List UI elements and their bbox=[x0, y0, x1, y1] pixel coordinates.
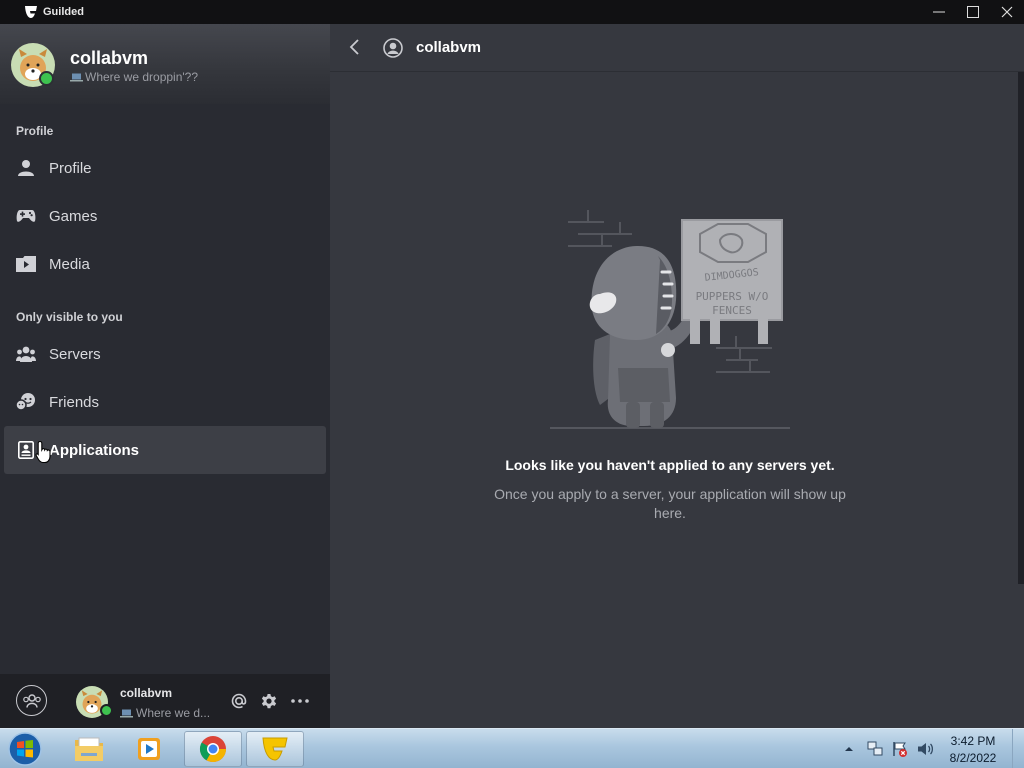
title-bar: Guilded bbox=[0, 0, 1024, 24]
empty-state-title: Looks like you haven't applied to any se… bbox=[505, 457, 835, 473]
profile-header: collabvm Where we droppin'?? bbox=[0, 24, 330, 104]
more-options-button[interactable] bbox=[290, 692, 310, 712]
footer-username: collabvm bbox=[120, 686, 173, 700]
action-center-icon[interactable] bbox=[891, 740, 909, 758]
media-player-icon bbox=[138, 738, 160, 760]
section-label-private: Only visible to you bbox=[16, 310, 123, 324]
sidebar-item-label: Friends bbox=[49, 393, 100, 411]
knight-holding-sign-illustration: DIMDOGGOS PUPPERS W/O FENCES bbox=[550, 210, 790, 429]
sidebar-item-servers[interactable]: Servers bbox=[4, 330, 326, 378]
back-button[interactable] bbox=[348, 38, 364, 58]
maximize-icon bbox=[967, 6, 979, 18]
sidebar-item-label: Media bbox=[49, 255, 90, 273]
mentions-button[interactable] bbox=[230, 692, 250, 712]
friends-menu-button[interactable] bbox=[16, 685, 47, 716]
profile-username: collabvm bbox=[70, 48, 149, 68]
empty-state-description: Once you apply to a server, your applica… bbox=[494, 486, 846, 521]
show-hidden-icons-icon[interactable] bbox=[842, 742, 856, 756]
profile-status-text: Where we droppin'?? bbox=[85, 70, 199, 84]
guilded-logo-icon bbox=[25, 6, 37, 18]
maximize-button[interactable] bbox=[956, 0, 990, 24]
network-icon[interactable] bbox=[866, 740, 884, 758]
settings-button[interactable] bbox=[260, 692, 280, 712]
sign-line-2: PUPPERS W/O bbox=[696, 290, 769, 303]
minimize-icon bbox=[933, 11, 945, 13]
friends-icon bbox=[16, 392, 36, 412]
chevron-left-icon bbox=[349, 39, 359, 55]
gear-icon bbox=[261, 694, 277, 709]
sign-line-3: FENCES bbox=[712, 304, 752, 317]
sidebar-item-label: Profile bbox=[49, 159, 92, 177]
hand-cursor-icon bbox=[35, 440, 51, 464]
taskbar-clock[interactable]: 3:42 PM 8/2/2022 bbox=[940, 733, 1006, 767]
taskbar-app-guilded[interactable] bbox=[246, 731, 304, 767]
media-icon bbox=[16, 254, 36, 274]
footer-status: Where we d... bbox=[120, 706, 210, 720]
system-tray bbox=[842, 729, 934, 768]
guilded-icon bbox=[262, 737, 288, 761]
start-button[interactable] bbox=[6, 731, 44, 767]
chrome-icon bbox=[199, 736, 227, 763]
sidebar-item-label: Applications bbox=[49, 441, 140, 459]
clock-date: 8/2/2022 bbox=[949, 751, 997, 765]
window-title: Guilded bbox=[43, 6, 84, 18]
taskbar: 3:42 PM 8/2/2022 bbox=[0, 728, 1024, 768]
more-icon bbox=[291, 699, 309, 703]
laptop-icon bbox=[120, 709, 133, 718]
taskbar-app-media-player[interactable] bbox=[121, 731, 179, 767]
volume-icon[interactable] bbox=[916, 740, 934, 758]
footer-status-text: Where we d... bbox=[136, 706, 211, 720]
laptop-icon bbox=[70, 73, 83, 82]
sidebar-item-label: Games bbox=[49, 207, 98, 225]
taskbar-app-explorer[interactable] bbox=[60, 731, 118, 767]
show-desktop-button[interactable] bbox=[1012, 729, 1024, 768]
taskbar-app-chrome[interactable] bbox=[184, 731, 242, 767]
sidebar-item-friends[interactable]: Friends bbox=[4, 378, 326, 426]
servers-icon bbox=[16, 344, 36, 364]
close-icon bbox=[1001, 6, 1013, 18]
clock-time: 3:42 PM bbox=[950, 734, 996, 748]
section-label-profile: Profile bbox=[16, 124, 54, 138]
online-status-dot bbox=[100, 704, 113, 717]
gamepad-icon bbox=[16, 206, 36, 226]
windows-orb-icon bbox=[8, 732, 42, 766]
users-icon bbox=[22, 693, 41, 708]
main-panel: collabvm DIMDOGGOS PUPPERS W/O FENCES Lo… bbox=[330, 24, 1024, 728]
sidebar: collabvm Where we droppin'?? Profile Pro… bbox=[0, 24, 330, 674]
folder-icon bbox=[75, 737, 103, 761]
main-header: collabvm bbox=[330, 24, 1024, 72]
applications-icon bbox=[16, 440, 36, 460]
person-icon bbox=[16, 158, 36, 178]
user-circle-icon bbox=[383, 38, 403, 58]
window-controls bbox=[922, 0, 1024, 24]
sidebar-item-media[interactable]: Media bbox=[4, 240, 326, 288]
sidebar-item-games[interactable]: Games bbox=[4, 192, 326, 240]
profile-status: Where we droppin'?? bbox=[70, 70, 198, 84]
minimize-button[interactable] bbox=[922, 0, 956, 24]
sidebar-item-profile[interactable]: Profile bbox=[4, 144, 326, 192]
at-sign-icon bbox=[231, 693, 247, 709]
online-status-dot bbox=[39, 71, 54, 86]
sidebar-item-label: Servers bbox=[49, 345, 101, 363]
close-button[interactable] bbox=[990, 0, 1024, 24]
sidebar-footer: collabvm Where we d... bbox=[0, 674, 330, 728]
scrollbar[interactable] bbox=[1018, 72, 1024, 584]
page-title: collabvm bbox=[416, 39, 482, 56]
